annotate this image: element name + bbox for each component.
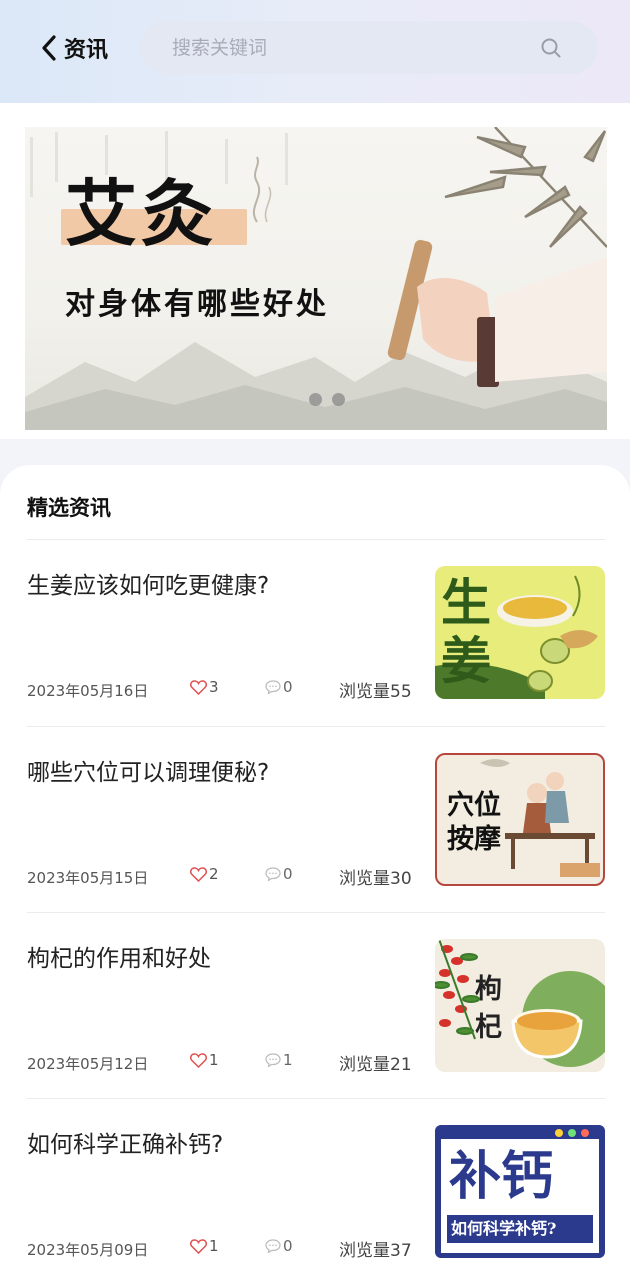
thumbnail-sublabel: 如何科学补钙? bbox=[451, 1219, 557, 1238]
news-meta: 2023年05月09日 1 0 浏览量37 bbox=[27, 1237, 417, 1261]
heart-icon bbox=[190, 1052, 207, 1068]
news-date: 2023年05月12日 bbox=[27, 1055, 149, 1073]
comment-button[interactable]: 0 bbox=[265, 678, 293, 696]
comment-button[interactable]: 0 bbox=[265, 865, 293, 883]
divider bbox=[27, 1098, 605, 1099]
news-meta: 2023年05月16日 3 0 浏览量55 bbox=[27, 678, 417, 702]
news-item[interactable]: 哪些穴位可以调理便秘? 2023年05月15日 2 0 浏览量30 穴位按摩 bbox=[27, 753, 605, 893]
news-item[interactable]: 如何科学正确补钙? 2023年05月09日 1 0 浏览量37 补钙 如何科学补… bbox=[27, 1125, 605, 1265]
like-button[interactable]: 2 bbox=[190, 865, 219, 883]
top-bar: 资讯 bbox=[0, 0, 630, 103]
like-count: 1 bbox=[209, 1237, 219, 1255]
like-count: 1 bbox=[209, 1051, 219, 1069]
comment-count: 0 bbox=[283, 1237, 293, 1255]
news-title: 枸杞的作用和好处 bbox=[27, 946, 211, 972]
section-title: 精选资讯 bbox=[27, 496, 111, 520]
banner-title: 艾灸 bbox=[65, 171, 218, 256]
news-thumbnail: 枸杞 bbox=[435, 939, 605, 1072]
divider bbox=[27, 726, 605, 727]
view-count: 浏览量55 bbox=[339, 682, 412, 702]
comment-count: 0 bbox=[283, 678, 293, 696]
comment-icon bbox=[265, 867, 281, 881]
like-button[interactable]: 3 bbox=[190, 678, 219, 696]
search-icon[interactable] bbox=[540, 37, 562, 59]
comment-button[interactable]: 0 bbox=[265, 1237, 293, 1255]
comment-button[interactable]: 1 bbox=[265, 1051, 293, 1069]
heart-icon bbox=[190, 1238, 207, 1254]
comment-count: 0 bbox=[283, 865, 293, 883]
divider bbox=[27, 539, 605, 540]
comment-count: 1 bbox=[283, 1051, 293, 1069]
carousel-dot[interactable] bbox=[309, 393, 322, 406]
goji-illustration bbox=[435, 939, 605, 1067]
thumbnail-label: 生姜 bbox=[441, 573, 491, 690]
news-meta: 2023年05月15日 2 0 浏览量30 bbox=[27, 865, 417, 889]
banner-section: 艾灸 对身体有哪些好处 bbox=[0, 103, 630, 439]
news-meta: 2023年05月12日 1 1 浏览量21 bbox=[27, 1051, 417, 1075]
search-input[interactable] bbox=[172, 36, 540, 59]
comment-icon bbox=[265, 1239, 281, 1253]
like-button[interactable]: 1 bbox=[190, 1051, 219, 1069]
news-date: 2023年05月09日 bbox=[27, 1241, 149, 1259]
carousel-dot[interactable] bbox=[332, 393, 345, 406]
like-count: 2 bbox=[209, 865, 219, 883]
thumbnail-label: 穴位按摩 bbox=[447, 790, 501, 855]
carousel-indicator bbox=[309, 393, 345, 406]
divider bbox=[27, 912, 605, 913]
news-item[interactable]: 生姜应该如何吃更健康? 2023年05月16日 3 0 浏览量55 生姜 bbox=[27, 566, 605, 706]
news-date: 2023年05月15日 bbox=[27, 869, 149, 887]
comment-icon bbox=[265, 1053, 281, 1067]
view-count: 浏览量21 bbox=[339, 1055, 412, 1075]
news-date: 2023年05月16日 bbox=[27, 682, 149, 700]
view-count: 浏览量30 bbox=[339, 869, 412, 889]
news-thumbnail: 补钙 如何科学补钙? bbox=[435, 1125, 605, 1258]
banner-subtitle: 对身体有哪些好处 bbox=[65, 287, 329, 322]
page-title: 资讯 bbox=[64, 38, 109, 63]
news-item[interactable]: 枸杞的作用和好处 2023年05月12日 1 1 浏览量21 枸杞 bbox=[27, 939, 605, 1079]
news-title: 如何科学正确补钙? bbox=[27, 1132, 224, 1158]
chevron-left-icon bbox=[42, 35, 56, 61]
heart-icon bbox=[190, 866, 207, 882]
heart-icon bbox=[190, 679, 207, 695]
thumbnail-label: 枸杞 bbox=[475, 974, 502, 1043]
comment-icon bbox=[265, 680, 281, 694]
view-count: 浏览量37 bbox=[339, 1241, 412, 1261]
news-thumbnail: 生姜 bbox=[435, 566, 605, 699]
like-button[interactable]: 1 bbox=[190, 1237, 219, 1255]
featured-news-card: 精选资讯 生姜应该如何吃更健康? 2023年05月16日 3 0 浏览量55 生… bbox=[0, 465, 630, 1280]
back-button[interactable]: 资讯 bbox=[40, 30, 108, 66]
news-title: 哪些穴位可以调理便秘? bbox=[27, 760, 270, 786]
thumbnail-label: 补钙 bbox=[449, 1146, 554, 1207]
search-bar[interactable] bbox=[140, 21, 598, 74]
news-title: 生姜应该如何吃更健康? bbox=[27, 573, 270, 599]
banner-carousel[interactable]: 艾灸 对身体有哪些好处 bbox=[25, 127, 607, 430]
news-thumbnail: 穴位按摩 bbox=[435, 753, 605, 886]
window-dots bbox=[555, 1129, 589, 1137]
like-count: 3 bbox=[209, 678, 219, 696]
